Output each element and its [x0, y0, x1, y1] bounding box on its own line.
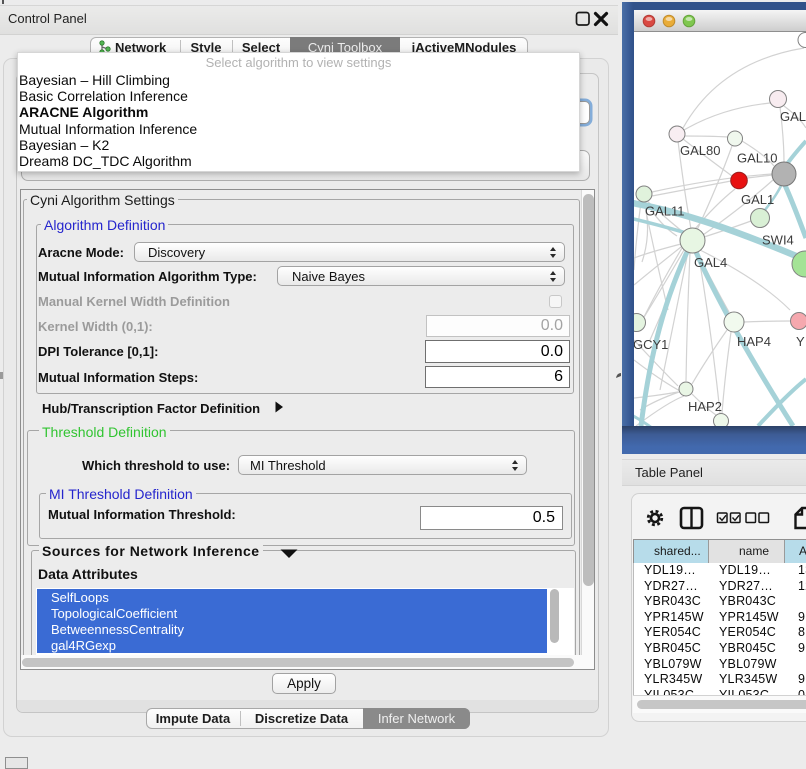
- svg-text:Y: Y: [796, 334, 805, 349]
- svg-text:GCY1: GCY1: [634, 337, 668, 352]
- svg-text:SWI4: SWI4: [762, 233, 794, 248]
- svg-text:HAP2: HAP2: [688, 399, 722, 414]
- svg-text:HAP4: HAP4: [737, 334, 771, 349]
- svg-text:GAL4: GAL4: [694, 255, 727, 270]
- svg-text:GAL: GAL: [780, 109, 806, 124]
- svg-text:GAL1: GAL1: [741, 192, 774, 207]
- svg-text:GAL11: GAL11: [645, 204, 685, 219]
- svg-text:GAL80: GAL80: [680, 143, 720, 158]
- svg-text:GAL10: GAL10: [737, 151, 777, 166]
